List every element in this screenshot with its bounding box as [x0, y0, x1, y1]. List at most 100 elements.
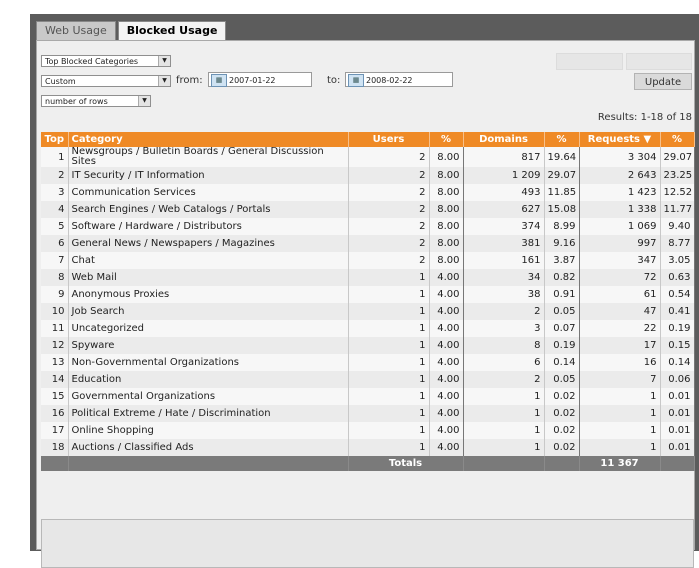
cell-users: 1	[348, 371, 430, 388]
cell-category: Online Shopping	[68, 422, 349, 439]
cell-rank: 17	[41, 422, 69, 439]
totals-requests: 11 367	[579, 456, 661, 471]
cell-requests-pct: 0.14	[660, 354, 695, 371]
to-date-value: 2008-02-22	[366, 76, 413, 85]
cell-requests: 1	[579, 405, 661, 422]
update-button[interactable]: Update	[634, 73, 692, 90]
calendar-icon[interactable]: ▦	[348, 74, 364, 87]
cell-users-pct: 4.00	[429, 286, 464, 303]
cell-users-pct: 4.00	[429, 388, 464, 405]
cell-requests-pct: 0.06	[660, 371, 695, 388]
cell-requests: 22	[579, 320, 661, 337]
cell-category: Web Mail	[68, 269, 349, 286]
cell-requests: 61	[579, 286, 661, 303]
cell-users: 1	[348, 320, 430, 337]
cell-requests: 17	[579, 337, 661, 354]
totals-label: Totals	[348, 456, 464, 471]
col-requests-pct[interactable]: %	[660, 132, 695, 147]
cell-domains: 1	[463, 439, 545, 456]
report-type-select[interactable]: Top Blocked Categories ▼	[41, 55, 171, 67]
tab-web-usage[interactable]: Web Usage	[36, 21, 116, 40]
cell-requests: 1 069	[579, 218, 661, 235]
cell-rank: 12	[41, 337, 69, 354]
cell-users: 1	[348, 337, 430, 354]
cell-requests-pct: 0.41	[660, 303, 695, 320]
col-users-pct[interactable]: %	[429, 132, 464, 147]
cell-users-pct: 4.00	[429, 439, 464, 456]
disabled-button-1	[556, 53, 623, 70]
table-row[interactable]: 8 Web Mail 1 4.00 34 0.82 72 0.63	[41, 269, 695, 286]
col-users[interactable]: Users	[348, 132, 430, 147]
cell-requests: 3 304	[579, 147, 661, 167]
cell-rank: 13	[41, 354, 69, 371]
table-row[interactable]: 6 General News / Newspapers / Magazines 2 8…	[41, 235, 695, 252]
totals-row: Totals 11 367	[41, 456, 695, 471]
col-domains[interactable]: Domains	[463, 132, 545, 147]
chevron-down-icon: ▼	[158, 76, 170, 86]
cell-category: Political Extreme / Hate / Discriminatio…	[68, 405, 349, 422]
cell-domains: 6	[463, 354, 545, 371]
cell-requests-pct: 0.54	[660, 286, 695, 303]
cell-domains-pct: 19.64	[544, 147, 580, 167]
cell-users-pct: 8.00	[429, 201, 464, 218]
table-row[interactable]: 14 Education 1 4.00 2 0.05 7 0.06	[41, 371, 695, 388]
details-area	[41, 519, 694, 568]
cell-users-pct: 4.00	[429, 354, 464, 371]
cell-requests: 47	[579, 303, 661, 320]
cell-users: 1	[348, 388, 430, 405]
cell-requests: 7	[579, 371, 661, 388]
table-row[interactable]: 12 Spyware 1 4.00 8 0.19 17 0.15	[41, 337, 695, 354]
table-row[interactable]: 11 Uncategorized 1 4.00 3 0.07 22 0.19	[41, 320, 695, 337]
sort-desc-icon: ▼	[643, 134, 652, 145]
cell-users-pct: 4.00	[429, 320, 464, 337]
table-row[interactable]: 1 Newsgroups / Bulletin Boards / General …	[41, 147, 695, 167]
blocked-usage-table: Top Category Users % Domains % Requests …	[41, 132, 695, 471]
cell-users: 2	[348, 235, 430, 252]
cell-rank: 4	[41, 201, 69, 218]
tab-blocked-usage[interactable]: Blocked Usage	[117, 21, 227, 40]
col-top[interactable]: Top	[41, 132, 69, 147]
cell-domains-pct: 11.85	[544, 184, 580, 201]
table-row[interactable]: 3 Communication Services 2 8.00 493 11.85 1 42…	[41, 184, 695, 201]
cell-requests-pct: 0.15	[660, 337, 695, 354]
cell-domains-pct: 0.05	[544, 303, 580, 320]
table-row[interactable]: 5 Software / Hardware / Distributors 2 8.00…	[41, 218, 695, 235]
cell-domains-pct: 15.08	[544, 201, 580, 218]
period-select[interactable]: Custom ▼	[41, 75, 171, 87]
cell-requests-pct: 29.07	[660, 147, 695, 167]
cell-requests: 2 643	[579, 167, 661, 184]
cell-category: Job Search	[68, 303, 349, 320]
table-row[interactable]: 2 IT Security / IT Information 2 8.00 1 209 2…	[41, 167, 695, 184]
cell-rank: 14	[41, 371, 69, 388]
cell-users: 1	[348, 269, 430, 286]
from-date-value: 2007-01-22	[229, 76, 276, 85]
col-category[interactable]: Category	[68, 132, 349, 147]
cell-requests: 1	[579, 422, 661, 439]
table-row[interactable]: 13 Non-Governmental Organizations 1 4.00 6 0.…	[41, 354, 695, 371]
cell-domains: 2	[463, 371, 545, 388]
table-row[interactable]: 7 Chat 2 8.00 161 3.87 347 3.05	[41, 252, 695, 269]
to-date-field[interactable]: ▦ 2008-02-22	[345, 72, 453, 87]
table-row[interactable]: 18 Auctions / Classified Ads 1 4.00 1 0.02 1 0.…	[41, 439, 695, 456]
table-row[interactable]: 9 Anonymous Proxies 1 4.00 38 0.91 61 0.54	[41, 286, 695, 303]
table-row[interactable]: 15 Governmental Organizations 1 4.00 1 0.02 1 0…	[41, 388, 695, 405]
cell-domains-pct: 0.05	[544, 371, 580, 388]
col-requests[interactable]: Requests ▼	[579, 132, 661, 147]
cell-rank: 11	[41, 320, 69, 337]
cell-rank: 1	[41, 147, 69, 167]
cell-domains-pct: 0.19	[544, 337, 580, 354]
cell-rank: 7	[41, 252, 69, 269]
cell-domains-pct: 0.07	[544, 320, 580, 337]
table-row[interactable]: 16 Political Extreme / Hate / Discriminat…	[41, 405, 695, 422]
table-row[interactable]: 10 Job Search 1 4.00 2 0.05 47 0.41	[41, 303, 695, 320]
cell-domains: 374	[463, 218, 545, 235]
calendar-icon[interactable]: ▦	[211, 74, 227, 87]
rows-select[interactable]: number of rows ▼	[41, 95, 151, 107]
col-domains-pct[interactable]: %	[544, 132, 580, 147]
table-row[interactable]: 4 Search Engines / Web Catalogs / Portals…	[41, 201, 695, 218]
cell-domains: 817	[463, 147, 545, 167]
cell-users-pct: 8.00	[429, 235, 464, 252]
cell-domains: 2	[463, 303, 545, 320]
from-date-field[interactable]: ▦ 2007-01-22	[208, 72, 312, 87]
table-row[interactable]: 17 Online Shopping 1 4.00 1 0.02 1 0.01	[41, 422, 695, 439]
